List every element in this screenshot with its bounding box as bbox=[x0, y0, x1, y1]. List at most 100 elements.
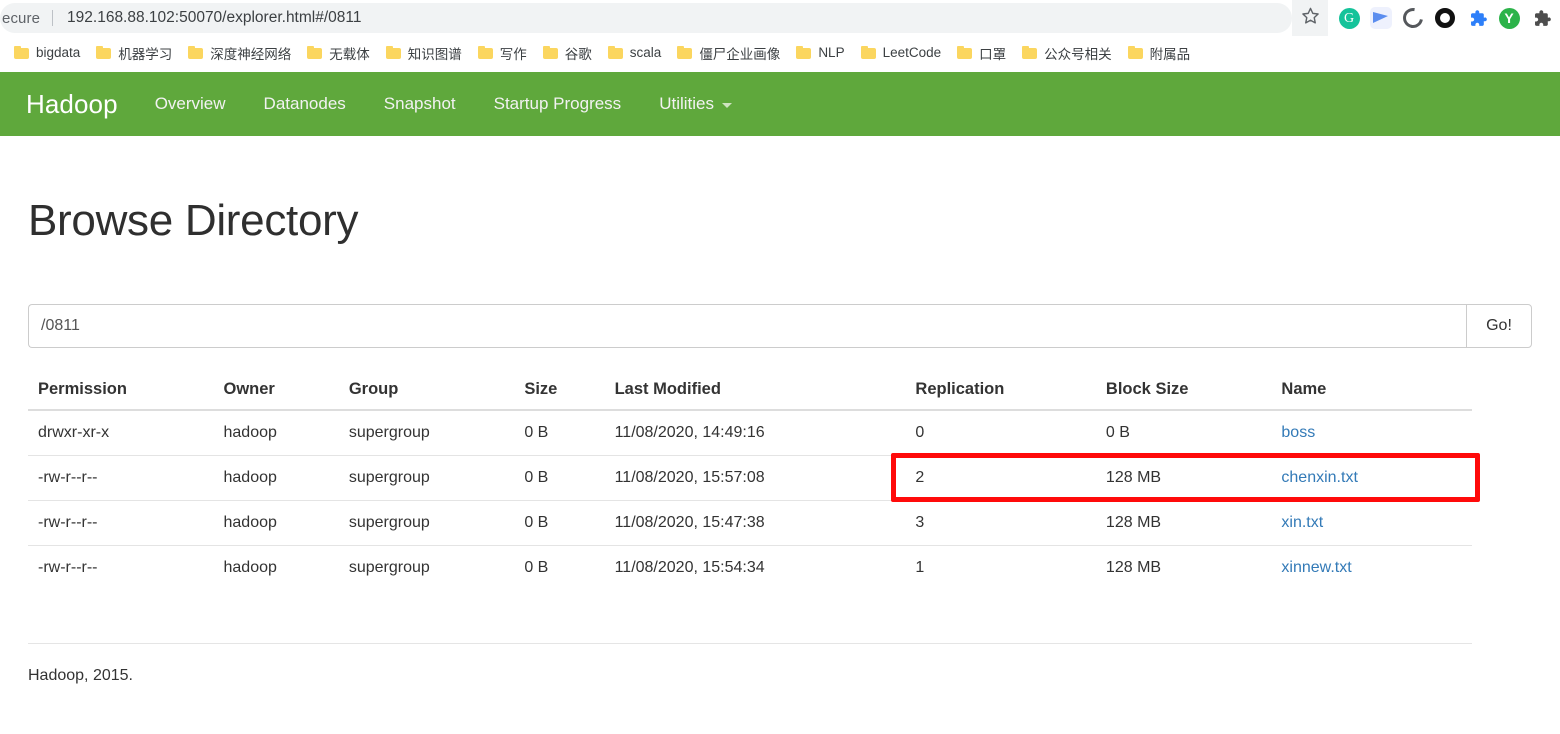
extensions-menu-icon[interactable] bbox=[1530, 7, 1552, 29]
bookmark-item[interactable]: 公众号相关 bbox=[1014, 40, 1120, 66]
cell-size: 0 B bbox=[514, 455, 605, 501]
table-header-row: Permission Owner Group Size Last Modifie… bbox=[28, 372, 1472, 411]
go-button[interactable]: Go! bbox=[1466, 304, 1532, 348]
cell-size: 0 B bbox=[514, 500, 605, 546]
footer-text: Hadoop, 2015. bbox=[28, 667, 133, 684]
cell-permission: -rw-r--r-- bbox=[28, 500, 214, 546]
path-input[interactable] bbox=[28, 304, 1466, 348]
nav-link-snapshot[interactable]: Snapshot bbox=[365, 72, 475, 136]
cell-blocksize: 128 MB bbox=[1095, 500, 1272, 546]
bookmark-item[interactable]: 附属品 bbox=[1120, 40, 1199, 66]
th-name[interactable]: Name bbox=[1271, 372, 1472, 411]
grammarly-extension-icon[interactable]: G bbox=[1338, 7, 1360, 29]
cell-name[interactable]: xin.txt bbox=[1271, 500, 1472, 546]
nav-link-utilities[interactable]: Utilities bbox=[640, 72, 751, 136]
nav-link-overview[interactable]: Overview bbox=[136, 72, 245, 136]
cell-group: supergroup bbox=[348, 424, 430, 441]
bookmark-label: bigdata bbox=[36, 45, 81, 60]
folder-icon bbox=[307, 46, 323, 59]
bird-extension-icon[interactable] bbox=[1370, 7, 1392, 29]
nav-label-utilities: Utilities bbox=[659, 94, 714, 113]
omnibox-divider bbox=[52, 10, 54, 26]
hadoop-navbar: Hadoop Overview Datanodes Snapshot Start… bbox=[0, 72, 1560, 136]
folder-icon bbox=[542, 46, 558, 59]
file-link[interactable]: xinnew.txt bbox=[1281, 559, 1351, 576]
bookmark-item[interactable]: LeetCode bbox=[853, 40, 950, 66]
cell-permission: drwxr-xr-x bbox=[38, 424, 110, 441]
cell-name[interactable]: boss bbox=[1271, 410, 1472, 456]
cell-size: 0 B bbox=[514, 545, 605, 590]
nav-label-snapshot: Snapshot bbox=[383, 94, 456, 113]
cell-size: 0 B bbox=[524, 424, 549, 441]
bookmark-label: LeetCode bbox=[882, 45, 942, 60]
puzzle-glyph bbox=[1470, 9, 1487, 26]
grammarly-glyph: G bbox=[1338, 7, 1360, 29]
cell-permission: -rw-r--r-- bbox=[28, 545, 214, 590]
th-group[interactable]: Group bbox=[338, 372, 515, 411]
folder-icon bbox=[14, 46, 29, 59]
spiral-extension-icon[interactable] bbox=[1399, 4, 1427, 32]
bookmark-item[interactable]: 深度神经网络 bbox=[180, 40, 299, 66]
nav-link-datanodes[interactable]: Datanodes bbox=[245, 72, 365, 136]
bookmark-label: 口罩 bbox=[979, 46, 1007, 62]
th-owner[interactable]: Owner bbox=[213, 372, 339, 411]
bookmark-star-button[interactable] bbox=[1292, 0, 1328, 36]
th-block-size[interactable]: Block Size bbox=[1095, 372, 1272, 411]
bookmark-item[interactable]: scala bbox=[600, 40, 670, 66]
puzzle-extension-icon[interactable] bbox=[1466, 7, 1488, 29]
bookmark-label: 深度神经网络 bbox=[210, 46, 292, 62]
bookmark-label: 公众号相关 bbox=[1044, 46, 1112, 62]
bookmarks-bar: bigdata 机器学习 深度神经网络 无载体 知识图谱 写作 谷歌 scala 僵尸企业画像 N… bbox=[0, 36, 1560, 70]
cell-modified: 11/08/2020, 15:47:38 bbox=[604, 500, 906, 546]
file-link[interactable]: chenxin.txt bbox=[1281, 469, 1357, 486]
page-title: Browse Directory bbox=[28, 196, 359, 245]
cell-replication: 0 bbox=[915, 424, 925, 441]
cell-permission: -rw-r--r-- bbox=[28, 455, 214, 501]
cell-modified: 11/08/2020, 15:57:08 bbox=[604, 455, 906, 501]
folder-icon bbox=[1022, 46, 1038, 59]
bookmark-item[interactable]: 知识图谱 bbox=[378, 40, 470, 66]
nav-label-datanodes: Datanodes bbox=[263, 94, 346, 113]
bookmark-item[interactable]: 口罩 bbox=[949, 40, 1014, 66]
th-size[interactable]: Size bbox=[514, 372, 605, 411]
bookmark-label: 写作 bbox=[499, 46, 527, 62]
bookmark-label: 附属品 bbox=[1149, 46, 1191, 62]
address-bar[interactable]: ecure 192.168.88.102:50070/explorer.html… bbox=[0, 3, 1292, 33]
table-row: drwxr-xr-x hadoop supergroup 0 B 11/08/2020,… bbox=[28, 410, 1472, 456]
bookmark-item[interactable]: 谷歌 bbox=[535, 40, 600, 66]
cell-group: supergroup bbox=[338, 500, 515, 546]
bookmark-item[interactable]: 机器学习 bbox=[88, 40, 180, 66]
security-label: ecure bbox=[2, 9, 41, 27]
nav-link-startup-progress[interactable]: Startup Progress bbox=[475, 72, 641, 136]
extensions-puzzle-glyph bbox=[1534, 9, 1551, 26]
file-link[interactable]: xin.txt bbox=[1281, 514, 1323, 531]
ring-extension-icon[interactable] bbox=[1434, 7, 1456, 29]
bookmark-label: 机器学习 bbox=[118, 46, 173, 62]
file-link[interactable]: boss bbox=[1281, 424, 1315, 441]
cell-name[interactable]: chenxin.txt bbox=[1271, 455, 1472, 501]
folder-icon bbox=[860, 46, 876, 59]
bookmark-item[interactable]: NLP bbox=[788, 40, 852, 66]
table-row: -rw-r--r-- hadoop supergroup 0 B 11/08/2020,… bbox=[28, 545, 1472, 590]
bookmark-item[interactable]: 写作 bbox=[470, 40, 535, 66]
folder-icon bbox=[957, 46, 973, 59]
bookmark-item[interactable]: bigdata bbox=[6, 40, 88, 66]
th-replication[interactable]: Replication bbox=[905, 372, 1096, 411]
folder-icon bbox=[677, 46, 693, 59]
cell-name[interactable]: xinnew.txt bbox=[1271, 545, 1472, 590]
bookmark-item[interactable]: 无载体 bbox=[299, 40, 378, 66]
folder-icon bbox=[607, 46, 623, 59]
youdao-extension-icon[interactable]: Y bbox=[1498, 7, 1520, 29]
bookmark-label: NLP bbox=[818, 45, 845, 60]
bookmark-label: 僵尸企业画像 bbox=[699, 46, 781, 62]
bookmark-label: 谷歌 bbox=[564, 46, 592, 62]
brand-hadoop[interactable]: Hadoop bbox=[22, 89, 136, 120]
table-header: Permission Owner Group Size Last Modifie… bbox=[28, 372, 1472, 411]
th-last-modified[interactable]: Last Modified bbox=[604, 372, 906, 411]
cell-group: supergroup bbox=[338, 545, 515, 590]
table-row: -rw-r--r-- hadoop supergroup 0 B 11/08/2020,… bbox=[28, 500, 1472, 546]
bookmark-item[interactable]: 僵尸企业画像 bbox=[669, 40, 788, 66]
th-permission[interactable]: Permission bbox=[28, 372, 214, 411]
cell-owner: hadoop bbox=[213, 545, 339, 590]
cell-blocksize: 128 MB bbox=[1095, 545, 1272, 590]
